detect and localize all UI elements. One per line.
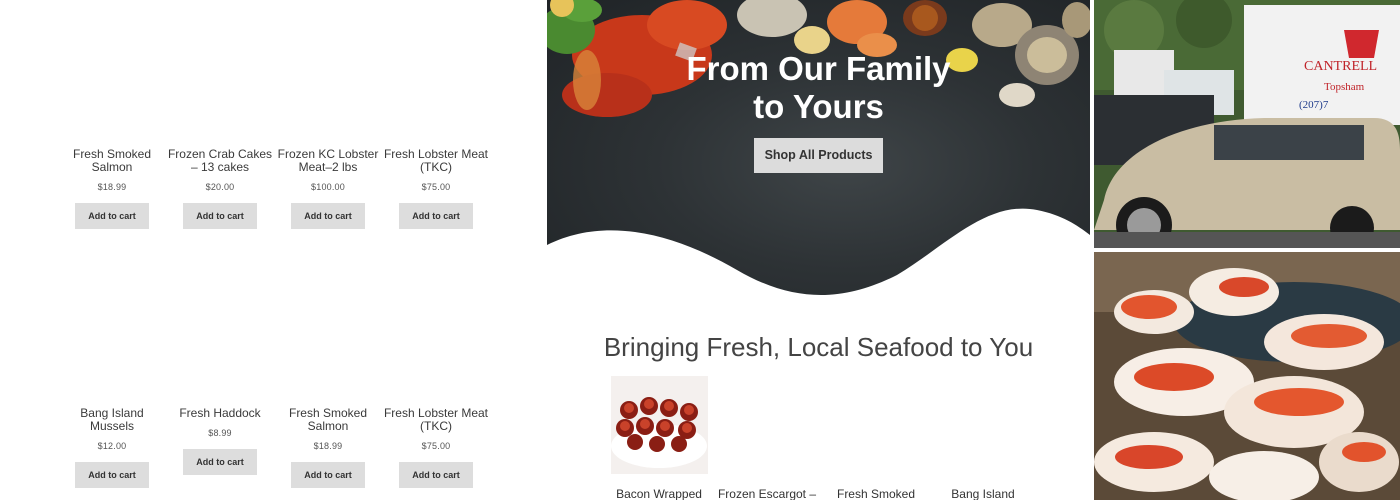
product-name[interactable]: Fresh Lobster Meat (TKC) xyxy=(381,407,491,433)
product-card: Frozen KC Lobster Meat–2 lbs $100.00 Add… xyxy=(273,148,383,229)
product-name[interactable]: Frozen Crab Cakes – 13 cakes xyxy=(165,148,275,174)
lobster-photo-graphic xyxy=(1094,252,1400,500)
product-card: Fresh Lobster Meat (TKC) $75.00 Add to c… xyxy=(381,407,491,488)
add-to-cart-button[interactable]: Add to cart xyxy=(75,462,149,488)
truck-sign-name: CANTRELL xyxy=(1304,59,1377,74)
add-to-cart-button[interactable]: Add to cart xyxy=(183,203,257,229)
product-price: $75.00 xyxy=(421,441,451,451)
product-price: $8.99 xyxy=(208,428,232,438)
truck-sign-place: Topsham xyxy=(1324,81,1365,93)
add-to-cart-button[interactable]: Add to cart xyxy=(75,203,149,229)
product-name[interactable]: Bang Island Mussels xyxy=(57,407,167,433)
add-to-cart-button[interactable]: Add to cart xyxy=(291,203,365,229)
truck-photo-graphic: CANTRELL Topsham (207)7 xyxy=(1094,0,1400,248)
product-card: Bang Island Mussels $12.00 Add to cart xyxy=(57,407,167,488)
add-to-cart-button[interactable]: Add to cart xyxy=(183,449,257,475)
product-price: $100.00 xyxy=(311,182,345,192)
section-product-name[interactable]: Fresh Smoked xyxy=(821,487,931,500)
product-card: Fresh Haddock $8.99 Add to cart xyxy=(165,407,275,475)
product-card: Fresh Smoked Salmon $18.99 Add to cart xyxy=(57,148,167,229)
hero-title: From Our Family to Yours xyxy=(547,50,1090,126)
truck-sign-phone: (207)7 xyxy=(1299,99,1329,111)
hero-banner: From Our Family to Yours Shop All Produc… xyxy=(547,0,1090,300)
bacon-image-graphic xyxy=(611,376,708,474)
hero-title-line1: From Our Family xyxy=(686,50,951,87)
product-card: Fresh Smoked Salmon $18.99 Add to cart xyxy=(273,407,383,488)
product-name[interactable]: Fresh Haddock xyxy=(165,407,275,420)
section-product-name[interactable]: Bacon Wrapped xyxy=(604,487,714,500)
product-name[interactable]: Fresh Smoked Salmon xyxy=(273,407,383,433)
product-name[interactable]: Fresh Smoked Salmon xyxy=(57,148,167,174)
product-price: $12.00 xyxy=(97,441,127,451)
add-to-cart-button[interactable]: Add to cart xyxy=(291,462,365,488)
product-name[interactable]: Frozen KC Lobster Meat–2 lbs xyxy=(273,148,383,174)
section-product-name[interactable]: Bang Island Mussels xyxy=(928,487,1038,500)
shop-all-products-button[interactable]: Shop All Products xyxy=(754,138,883,173)
add-to-cart-button[interactable]: Add to cart xyxy=(399,203,473,229)
section-product-name[interactable]: Frozen Escargot –12 xyxy=(712,487,822,500)
bacon-wrapped-scallops-image[interactable] xyxy=(611,376,708,474)
lobster-meat-photo xyxy=(1094,252,1400,500)
add-to-cart-button[interactable]: Add to cart xyxy=(399,462,473,488)
product-price: $18.99 xyxy=(313,441,343,451)
product-card: Fresh Lobster Meat (TKC) $75.00 Add to c… xyxy=(381,148,491,229)
product-name[interactable]: Fresh Lobster Meat (TKC) xyxy=(381,148,491,174)
section-title: Bringing Fresh, Local Seafood to You xyxy=(603,332,1034,362)
hero-title-line2: to Yours xyxy=(753,88,884,125)
delivery-truck-photo: CANTRELL Topsham (207)7 xyxy=(1094,0,1400,248)
product-price: $75.00 xyxy=(421,182,451,192)
product-price: $18.99 xyxy=(97,182,127,192)
product-grid: Fresh Smoked Salmon $18.99 Add to cart F… xyxy=(0,0,547,500)
product-price: $20.00 xyxy=(205,182,235,192)
product-card: Frozen Crab Cakes – 13 cakes $20.00 Add … xyxy=(165,148,275,229)
